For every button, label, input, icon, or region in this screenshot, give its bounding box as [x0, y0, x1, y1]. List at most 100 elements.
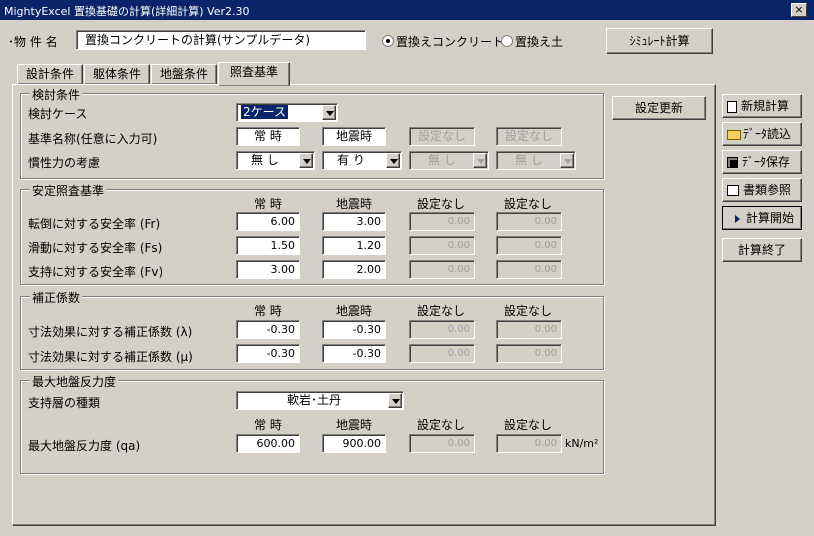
docs-label: 書類参照: [743, 183, 792, 197]
mu-normal-input[interactable]: -0.30: [236, 344, 300, 363]
case-label: 検討ケース: [28, 107, 88, 121]
inertia-seismic-select[interactable]: 有 り: [322, 151, 402, 170]
document-list-icon: [727, 185, 739, 196]
fv-normal-input[interactable]: 3.00: [236, 260, 300, 279]
fr-normal-input[interactable]: 6.00: [236, 212, 300, 231]
fr-seismic-input[interactable]: 3.00: [322, 212, 386, 231]
qa-seismic-input[interactable]: 900.00: [322, 434, 386, 453]
stability-header-normal: 常 時: [254, 197, 282, 211]
qa-label: 最大地盤反力度 (qa): [28, 439, 141, 453]
reaction-header-normal: 常 時: [254, 418, 282, 432]
play-arrow-icon: [735, 214, 740, 223]
name-none-input-2: 設定なし: [496, 127, 562, 146]
title-bar: MightyExcel 置換基礎の計算(詳細計算) Ver2.30 ×: [0, 0, 814, 20]
lambda-none-input-1: 0.00: [409, 320, 475, 339]
name-seismic-input[interactable]: 地震時: [322, 127, 386, 146]
lambda-seismic-input[interactable]: -0.30: [322, 320, 386, 339]
radio-selected-dot: [386, 39, 390, 43]
correction-header-none-1: 設定なし: [416, 304, 465, 318]
new-calc-button[interactable]: 新規計算: [722, 94, 802, 118]
mu-none-input-2: 0.00: [496, 344, 562, 363]
fs-label: 滑動に対する安全率 (Fs): [28, 241, 163, 255]
end-calc-button[interactable]: 計算終了: [722, 238, 802, 262]
chevron-down-icon: [299, 153, 313, 168]
fv-label: 支持に対する安全率 (Fv): [28, 265, 164, 279]
tab-design-conditions[interactable]: 設計条件: [17, 64, 83, 84]
property-name-label: ･物 件 名: [8, 35, 58, 49]
support-layer-select[interactable]: 軟岩･土丹: [236, 391, 404, 410]
fr-none-input-1: 0.00: [409, 212, 475, 231]
reaction-header-none-1: 設定なし: [416, 418, 465, 432]
reaction-header-none-2: 設定なし: [503, 418, 552, 432]
inertia-none-select-1: 無 し: [409, 151, 489, 170]
chevron-down-icon: [386, 153, 400, 168]
correction-title: 補正係数: [30, 289, 83, 306]
stability-title: 安定照査基準: [30, 182, 107, 199]
load-data-label: ﾃﾞｰﾀ読込: [743, 127, 792, 141]
fs-normal-input[interactable]: 1.50: [236, 236, 300, 255]
inertia-label: 慣性力の考慮: [28, 156, 101, 170]
chevron-down-icon: [560, 153, 574, 168]
folder-open-icon: [727, 129, 741, 140]
support-layer-label: 支持層の種類: [28, 396, 101, 410]
new-calc-label: 新規計算: [741, 99, 790, 113]
stability-header-none-2: 設定なし: [503, 197, 552, 211]
lambda-label: 寸法効果に対する補正係数 (λ): [28, 325, 193, 339]
correction-header-seismic: 地震時: [335, 304, 372, 318]
qa-normal-input[interactable]: 600.00: [236, 434, 300, 453]
name-normal-input[interactable]: 常 時: [236, 127, 300, 146]
inertia-none-select-2: 無 し: [496, 151, 576, 170]
correction-header-none-2: 設定なし: [503, 304, 552, 318]
simulate-button[interactable]: ｼﾐｭﾚｰﾄ計算: [606, 28, 713, 54]
fv-seismic-input[interactable]: 2.00: [322, 260, 386, 279]
tab-review-criteria[interactable]: 照査基準: [218, 62, 290, 86]
max-reaction-title: 最大地盤反力度: [30, 373, 119, 390]
fs-seismic-input[interactable]: 1.20: [322, 236, 386, 255]
qa-none-input-2: 0.00: [496, 434, 562, 453]
qa-none-input-1: 0.00: [409, 434, 475, 453]
review-conditions-title: 検討条件: [30, 86, 83, 103]
fv-none-input-2: 0.00: [496, 260, 562, 279]
fs-none-input-2: 0.00: [496, 236, 562, 255]
support-layer-value: 軟岩･土丹: [287, 393, 342, 407]
fs-none-input-1: 0.00: [409, 236, 475, 255]
start-calc-label: 計算開始: [746, 211, 795, 225]
lambda-normal-input[interactable]: -0.30: [236, 320, 300, 339]
property-name-input[interactable]: 置換コンクリートの計算(サンプルデータ): [76, 30, 366, 50]
close-button[interactable]: ×: [791, 3, 807, 17]
reaction-header-seismic: 地震時: [335, 418, 372, 432]
mu-seismic-input[interactable]: -0.30: [322, 344, 386, 363]
radio-soil[interactable]: [501, 35, 513, 47]
inertia-seismic-value: 有 り: [337, 153, 365, 167]
window-title: MightyExcel 置換基礎の計算(詳細計算) Ver2.30: [4, 5, 250, 18]
start-calc-button[interactable]: 計算開始: [722, 206, 802, 230]
radio-concrete-label: 置換えコンクリート: [396, 35, 505, 49]
document-icon: [727, 100, 737, 113]
tab-body-conditions[interactable]: 躯体条件: [84, 64, 150, 84]
standard-name-label: 基準名称(任意に入力可): [28, 132, 158, 146]
save-data-label: ﾃﾞｰﾀ保存: [742, 155, 791, 169]
name-none-input-1: 設定なし: [409, 127, 475, 146]
inertia-none-value-1: 無 し: [428, 153, 456, 167]
fv-none-input-1: 0.00: [409, 260, 475, 279]
radio-concrete[interactable]: [382, 35, 394, 47]
lambda-none-input-2: 0.00: [496, 320, 562, 339]
docs-button[interactable]: 書類参照: [722, 178, 802, 202]
settings-update-button[interactable]: 設定更新: [612, 96, 706, 120]
case-select[interactable]: 2ケース: [236, 103, 338, 122]
floppy-disk-icon: [727, 157, 738, 168]
case-select-value: 2ケース: [241, 105, 289, 119]
save-data-button[interactable]: ﾃﾞｰﾀ保存: [722, 150, 802, 174]
qa-unit: kN/m²: [565, 437, 599, 450]
fr-label: 転倒に対する安全率 (Fr): [28, 217, 161, 231]
stability-header-seismic: 地震時: [335, 197, 372, 211]
stability-header-none-1: 設定なし: [416, 197, 465, 211]
inertia-normal-value: 無 し: [251, 153, 279, 167]
chevron-down-icon: [322, 105, 336, 120]
inertia-normal-select[interactable]: 無 し: [236, 151, 315, 170]
tab-ground-conditions[interactable]: 地盤条件: [151, 64, 217, 84]
chevron-down-icon: [473, 153, 487, 168]
load-data-button[interactable]: ﾃﾞｰﾀ読込: [722, 122, 802, 146]
radio-soil-label: 置換え土: [515, 35, 564, 49]
inertia-none-value-2: 無 し: [515, 153, 543, 167]
